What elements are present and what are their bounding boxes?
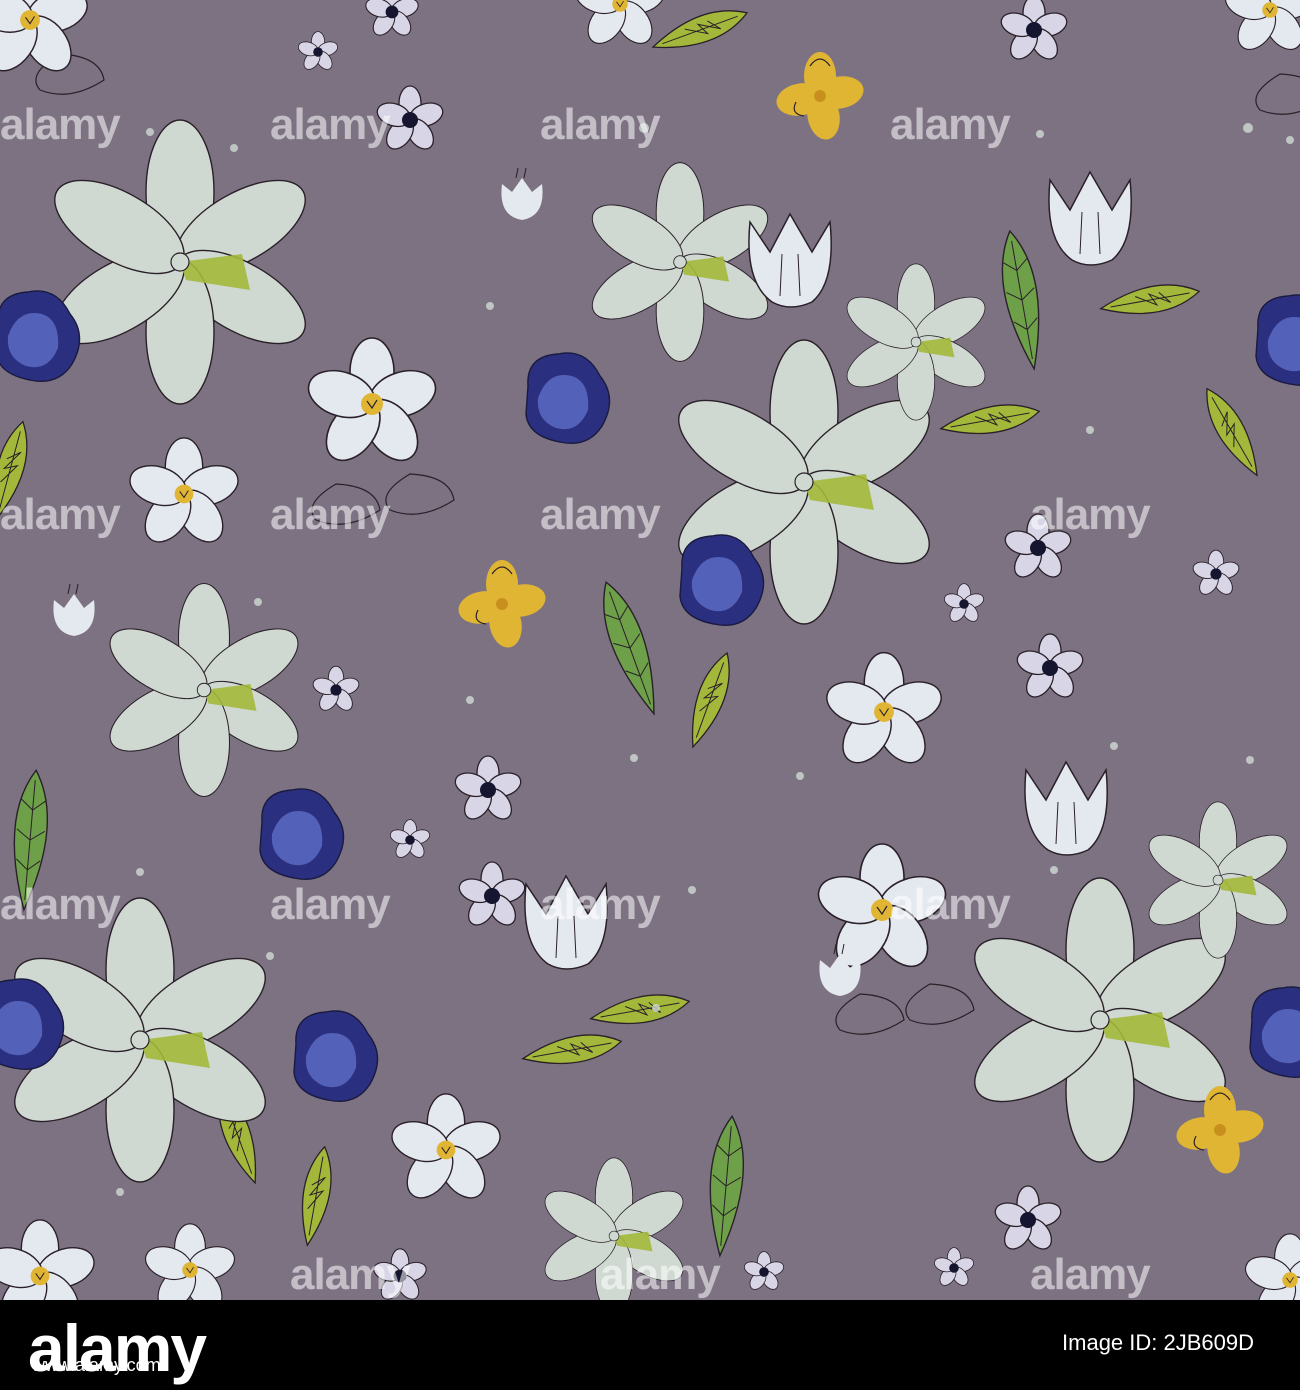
floral-pattern: alamy alamy alamy alamy alamy alamy alam…	[0, 0, 1300, 1300]
floral-artwork	[0, 0, 1300, 1300]
bell-motif	[1249, 986, 1300, 1078]
bell-motif	[1255, 294, 1300, 386]
footer-image-id: Image ID: 2JB609D	[1062, 1330, 1254, 1355]
stock-footer-bar: alamy www.alamy.com Image ID: 2JB609D	[0, 1300, 1300, 1390]
footer-url[interactable]: www.alamy.com	[32, 1355, 161, 1376]
